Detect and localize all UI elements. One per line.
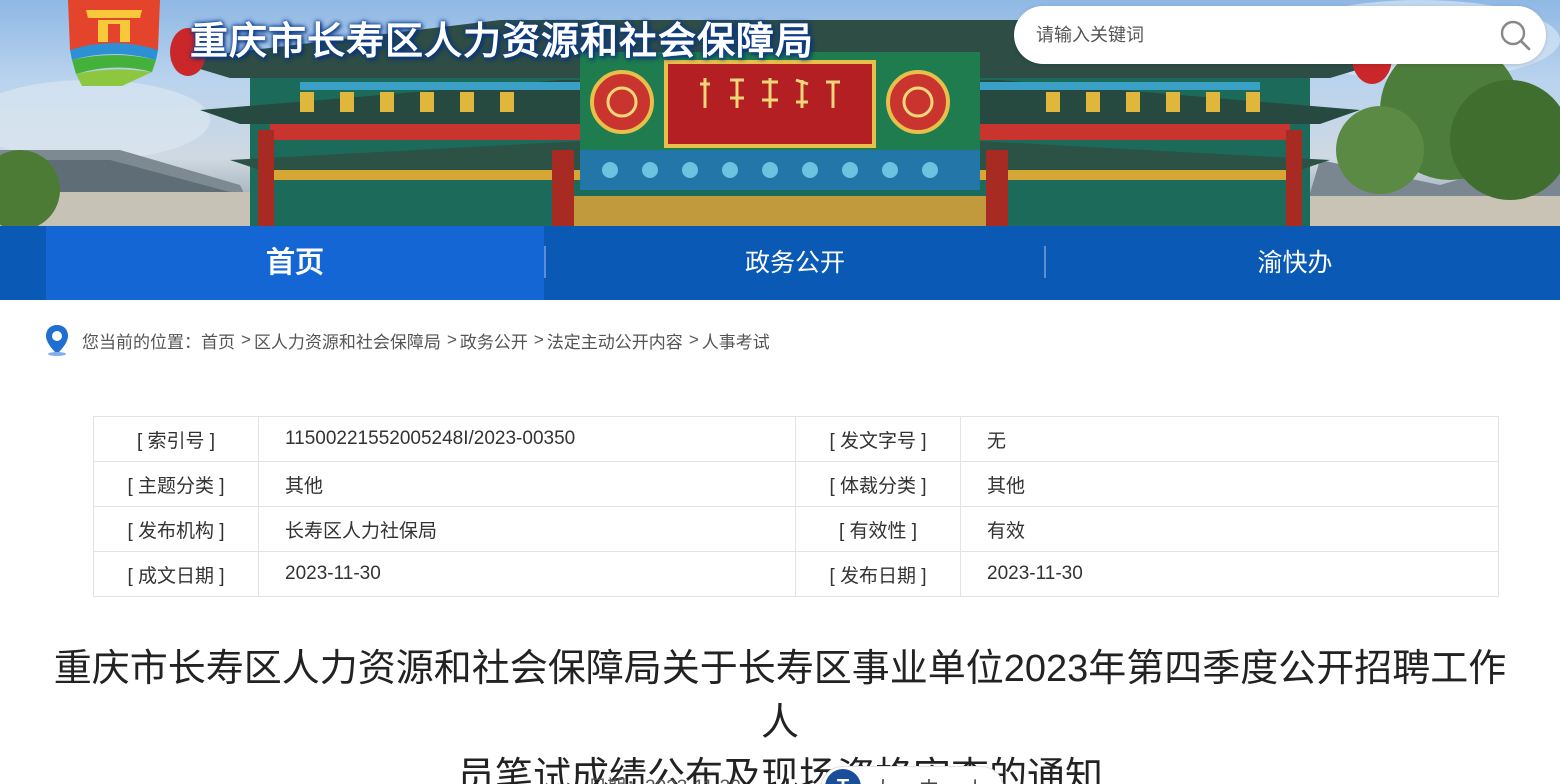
meta-value: 有效 [960,506,1499,552]
document-title-line-1: 重庆市长寿区人力资源和社会保障局关于长寿区事业单位2023年第四季度公开招聘工作… [53,648,1507,744]
nav-item-gov-affairs[interactable]: 政务公开 [546,226,1044,300]
meta-key: [ 有效性 ] [795,506,961,552]
document-metadata-table: [ 索引号 ] 11500221552005248I/2023-00350 [ … [93,416,1499,597]
font-size-medium-button[interactable]: 中 [919,773,939,784]
search-icon[interactable] [1498,18,1532,52]
breadcrumb-link-home[interactable]: 首页 [201,328,235,353]
breadcrumb-separator: > [533,330,544,349]
breadcrumb-link-statutory[interactable]: 法定主动公开内容 [547,328,683,353]
document-date: 日期：2023-11-30 [588,772,741,784]
breadcrumb-separator: > [688,330,699,349]
meta-key: [ 成文日期 ] [93,551,259,597]
meta-value: 11500221552005248I/2023-00350 [258,416,796,462]
header-banner: 重庆市长寿区人力资源和社会保障局 [0,0,1560,226]
meta-key: [ 发布机构 ] [93,506,259,552]
breadcrumb-separator: > [446,330,457,349]
search-box [1014,6,1546,64]
document-title: 重庆市长寿区人力资源和社会保障局关于长寿区事业单位2023年第四季度公开招聘工作… [40,642,1520,784]
meta-key: [ 发布日期 ] [795,551,961,597]
meta-key: [ 索引号 ] [93,416,259,462]
breadcrumb-prefix: 您当前的位置： [82,332,201,352]
meta-key: [ 发文字号 ] [795,416,961,462]
font-size-badge-icon: T [825,769,861,784]
table-row: [ 主题分类 ] 其他 [ 体裁分类 ] 其他 [93,461,1499,507]
table-row: [ 发布机构 ] 长寿区人力社保局 [ 有效性 ] 有效 [93,506,1499,552]
breadcrumb-link-bureau[interactable]: 区人力资源和社会保障局 [254,328,441,353]
breadcrumb-link-personnel-exam[interactable]: 人事考试 [702,328,770,353]
main-nav: 首页 政务公开 渝快办 [0,226,1560,300]
font-size-switcher: T 大 中 小 [820,766,1004,784]
breadcrumb-link-gov-affairs[interactable]: 政务公开 [460,328,528,353]
meta-value: 无 [960,416,1499,462]
meta-value: 2023-11-30 [258,551,796,597]
bureau-logo-icon [68,0,160,86]
breadcrumb: 您当前的位置： 首页 > 区人力资源和社会保障局 > 政务公开 > 法定主动公开… [44,324,770,356]
meta-value: 其他 [960,461,1499,507]
table-row: [ 索引号 ] 11500221552005248I/2023-00350 [ … [93,416,1499,462]
document-title-line-2: 员笔试成绩公布及现场资格审查的通知 [456,756,1103,784]
search-input[interactable] [1036,16,1476,54]
font-size-small-button[interactable]: 小 [965,773,985,784]
breadcrumb-separator: > [241,330,251,349]
meta-value: 2023-11-30 [960,551,1499,597]
nav-item-yukuaiban[interactable]: 渝快办 [1046,226,1544,300]
meta-value: 其他 [258,461,796,507]
table-row: [ 成文日期 ] 2023-11-30 [ 发布日期 ] 2023-11-30 [93,551,1499,597]
site-title: 重庆市长寿区人力资源和社会保障局 [190,21,815,63]
meta-key: [ 主题分类 ] [93,461,259,507]
nav-item-home[interactable]: 首页 [46,226,544,300]
meta-value: 长寿区人力社保局 [258,506,796,552]
font-size-large-button[interactable]: 大 [873,773,893,784]
meta-key: [ 体裁分类 ] [795,461,961,507]
location-pin-icon [46,325,68,356]
